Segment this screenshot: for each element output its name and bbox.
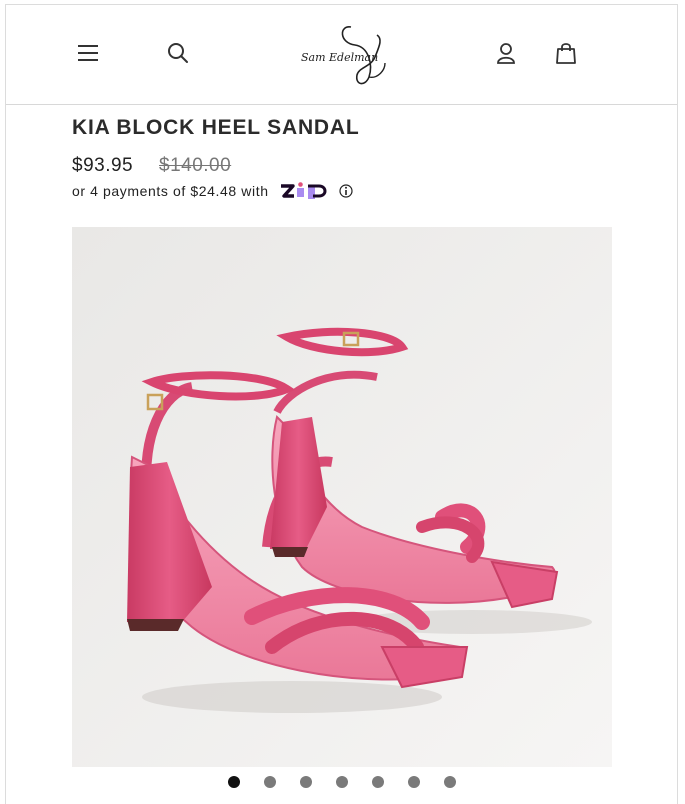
carousel-dot-6[interactable] bbox=[408, 776, 420, 788]
installment-info: or 4 payments of $24.48 with bbox=[72, 182, 353, 200]
zip-logo-icon[interactable] bbox=[279, 182, 331, 200]
carousel-dot-3[interactable] bbox=[300, 776, 312, 788]
brand-logo[interactable]: Sam Edelman bbox=[299, 21, 395, 89]
product-title: KIA BLOCK HEEL SANDAL bbox=[72, 116, 360, 139]
shopping-bag-icon[interactable] bbox=[552, 39, 580, 67]
user-icon[interactable] bbox=[492, 39, 520, 67]
sale-price: $93.95 bbox=[72, 155, 134, 176]
info-icon[interactable] bbox=[338, 184, 353, 198]
installment-prefix: or 4 payments of bbox=[72, 183, 191, 199]
installment-amount: $24.48 bbox=[190, 183, 237, 199]
original-price: $140.00 bbox=[159, 155, 232, 176]
hamburger-menu-icon[interactable] bbox=[74, 39, 102, 67]
carousel-dot-1[interactable] bbox=[228, 776, 240, 788]
carousel-dot-7[interactable] bbox=[444, 776, 456, 788]
carousel-dots bbox=[0, 776, 685, 792]
installment-suffix: with bbox=[236, 183, 269, 199]
site-header: Sam Edelman bbox=[6, 5, 677, 105]
carousel-dot-4[interactable] bbox=[336, 776, 348, 788]
carousel-dot-2[interactable] bbox=[264, 776, 276, 788]
search-icon[interactable] bbox=[164, 39, 192, 67]
product-image[interactable] bbox=[72, 227, 612, 767]
carousel-dot-5[interactable] bbox=[372, 776, 384, 788]
